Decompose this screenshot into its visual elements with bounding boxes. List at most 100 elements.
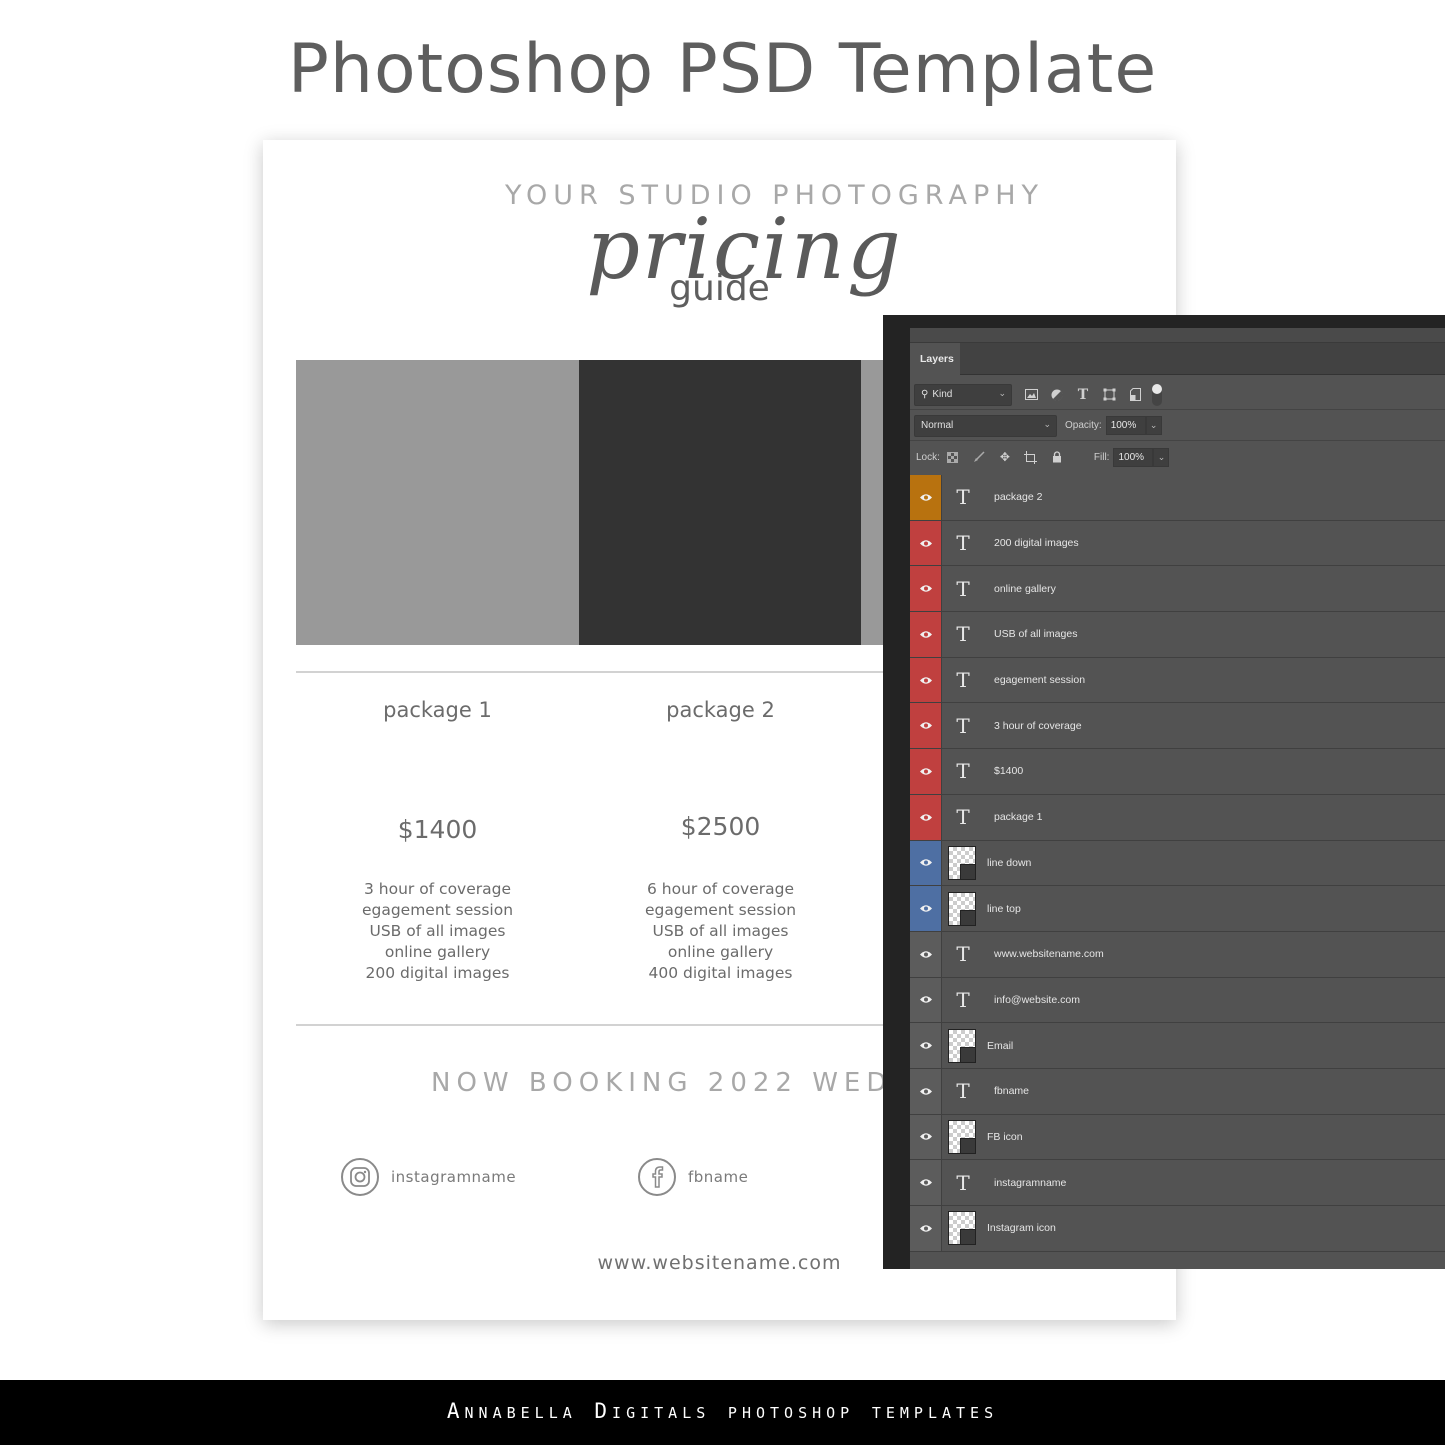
text-layer-icon: T xyxy=(956,576,970,601)
lock-row: Lock: ✥ Fill: 100% ⌄ xyxy=(910,442,1445,472)
hero-title: Photoshop PSD Template xyxy=(287,30,1158,109)
visibility-eye-icon[interactable] xyxy=(910,840,942,886)
layer-row[interactable]: T $1400 xyxy=(910,749,1445,795)
shape-filter-icon[interactable] xyxy=(1096,384,1122,406)
layer-row[interactable]: Tinstagramname xyxy=(910,1160,1445,1206)
layer-row[interactable]: FB icon xyxy=(910,1114,1445,1161)
feature-item: online gallery xyxy=(667,943,774,961)
layer-row[interactable]: line down xyxy=(910,840,1445,887)
image-filter-icon[interactable] xyxy=(1018,384,1044,406)
text-layer-icon: T xyxy=(956,942,970,967)
layer-name[interactable]: package 1 xyxy=(994,811,1042,823)
text-layer-icon: T xyxy=(956,668,970,693)
layer-row[interactable]: line top xyxy=(910,886,1445,932)
visibility-eye-icon[interactable] xyxy=(910,520,942,566)
layer-name[interactable]: FB icon xyxy=(987,1131,1023,1143)
type-filter-icon[interactable]: T xyxy=(1070,384,1096,406)
layer-name[interactable]: fbname xyxy=(994,1085,1029,1097)
text-layer-icon: T xyxy=(956,987,970,1012)
layer-row[interactable]: Email xyxy=(910,1023,1445,1069)
text-layer-icon: T xyxy=(956,759,970,784)
booking-banner: NOW BOOKING 2022 WED xyxy=(431,1068,893,1098)
visibility-eye-icon[interactable] xyxy=(910,1206,942,1251)
layer-name[interactable]: www.websitename.com xyxy=(994,948,1104,960)
package-features: 3 hour of coverage egagement session USB… xyxy=(296,879,579,984)
filter-toggle[interactable] xyxy=(1152,383,1162,406)
layer-row[interactable]: T USB of all images xyxy=(910,612,1445,658)
visibility-eye-icon[interactable] xyxy=(910,1114,942,1160)
filter-kind-select[interactable]: ⚲ Kind ⌄ xyxy=(914,383,1012,406)
layer-name[interactable]: $1400 xyxy=(994,765,1023,777)
layer-name[interactable]: 3 hour of coverage xyxy=(994,720,1082,732)
shape-layer-thumbnail-icon xyxy=(948,845,976,880)
package-name: package 2 xyxy=(666,698,775,722)
opacity-dropdown[interactable]: ⌄ xyxy=(1145,416,1162,435)
blend-row: Normal ⌄ Opacity: 100% ⌄ xyxy=(910,411,1445,441)
search-icon: ⚲ xyxy=(921,389,929,400)
layer-row[interactable]: Tfbname xyxy=(910,1068,1445,1115)
feature-item: 6 hour of coverage xyxy=(646,880,795,898)
feature-item: 400 digital images xyxy=(648,964,793,982)
visibility-eye-icon[interactable] xyxy=(910,1160,942,1205)
package-features: 6 hour of coverage egagement session USB… xyxy=(579,879,862,984)
brush-lock-icon[interactable] xyxy=(966,446,992,468)
feature-item: egagement session xyxy=(361,901,514,919)
visibility-eye-icon[interactable] xyxy=(910,566,942,612)
layer-row[interactable]: T 200 digital images xyxy=(910,520,1445,567)
layer-name[interactable]: online gallery xyxy=(994,583,1056,595)
layer-row[interactable]: Tpackage 1 xyxy=(910,794,1445,841)
layer-name[interactable]: 200 digital images xyxy=(994,537,1079,549)
visibility-eye-icon[interactable] xyxy=(910,749,942,794)
move-lock-icon[interactable]: ✥ xyxy=(992,446,1018,468)
opacity-input[interactable]: 100% xyxy=(1105,416,1146,435)
visibility-eye-icon[interactable] xyxy=(910,612,942,657)
package-price: $2500 xyxy=(680,812,761,841)
layer-row[interactable]: Tonline gallery xyxy=(910,566,1445,613)
layer-row[interactable]: Tegagement session xyxy=(910,657,1445,704)
layer-name[interactable]: egagement session xyxy=(994,674,1085,686)
layer-row[interactable]: Tinfo@website.com xyxy=(910,977,1445,1024)
visibility-eye-icon[interactable] xyxy=(910,1023,942,1068)
artboard-lock-icon[interactable] xyxy=(1018,446,1044,468)
visibility-eye-icon[interactable] xyxy=(910,794,942,840)
layer-row[interactable]: Tpackage 2 xyxy=(910,475,1445,521)
visibility-eye-icon[interactable] xyxy=(910,886,942,931)
layer-row[interactable]: Twww.websitename.com xyxy=(910,931,1445,978)
fill-input[interactable]: 100% xyxy=(1113,447,1154,467)
layer-name[interactable]: line top xyxy=(987,903,1021,915)
layer-name[interactable]: line down xyxy=(987,857,1031,869)
layer-name[interactable]: Email xyxy=(987,1040,1013,1052)
lock-transparent-icon[interactable] xyxy=(940,446,966,468)
text-layer-icon: T xyxy=(956,713,970,738)
instagram-contact: instagramname xyxy=(341,1158,516,1196)
filter-kind-label: Kind xyxy=(932,389,953,400)
blend-mode-select[interactable]: Normal ⌄ xyxy=(914,414,1057,437)
layer-name[interactable]: package 2 xyxy=(994,491,1042,503)
visibility-eye-icon[interactable] xyxy=(910,1068,942,1114)
layer-row[interactable]: T 3 hour of coverage xyxy=(910,703,1445,750)
layer-name[interactable]: info@website.com xyxy=(994,994,1080,1006)
fill-label: Fill: xyxy=(1093,451,1110,463)
adjustment-filter-icon[interactable] xyxy=(1044,384,1070,406)
text-layer-icon: T xyxy=(956,485,970,510)
shape-layer-thumbnail-icon xyxy=(948,1028,976,1063)
visibility-eye-icon[interactable] xyxy=(910,703,942,749)
visibility-eye-icon[interactable] xyxy=(910,931,942,977)
feature-item: 3 hour of coverage xyxy=(363,880,512,898)
photo-placeholder-2 xyxy=(579,360,861,645)
footer-bar: Annabella Digitals photoshop templates xyxy=(0,1380,1445,1445)
fill-dropdown[interactable]: ⌄ xyxy=(1153,447,1170,467)
visibility-eye-icon[interactable] xyxy=(910,977,942,1023)
lock-all-icon[interactable] xyxy=(1044,446,1070,468)
visibility-eye-icon[interactable] xyxy=(910,657,942,703)
tab-layers[interactable]: Layers xyxy=(910,343,960,376)
layer-name[interactable]: Instagram icon xyxy=(987,1222,1056,1234)
visibility-eye-icon[interactable] xyxy=(910,475,942,520)
text-layer-icon: T xyxy=(956,1170,970,1195)
text-layer-icon: T xyxy=(956,622,970,647)
smart-object-filter-icon[interactable] xyxy=(1122,384,1148,406)
chevron-down-icon: ⌄ xyxy=(1043,418,1051,429)
layer-name[interactable]: instagramname xyxy=(994,1177,1066,1189)
layer-row[interactable]: Instagram icon xyxy=(910,1206,1445,1252)
layer-name[interactable]: USB of all images xyxy=(994,628,1077,640)
